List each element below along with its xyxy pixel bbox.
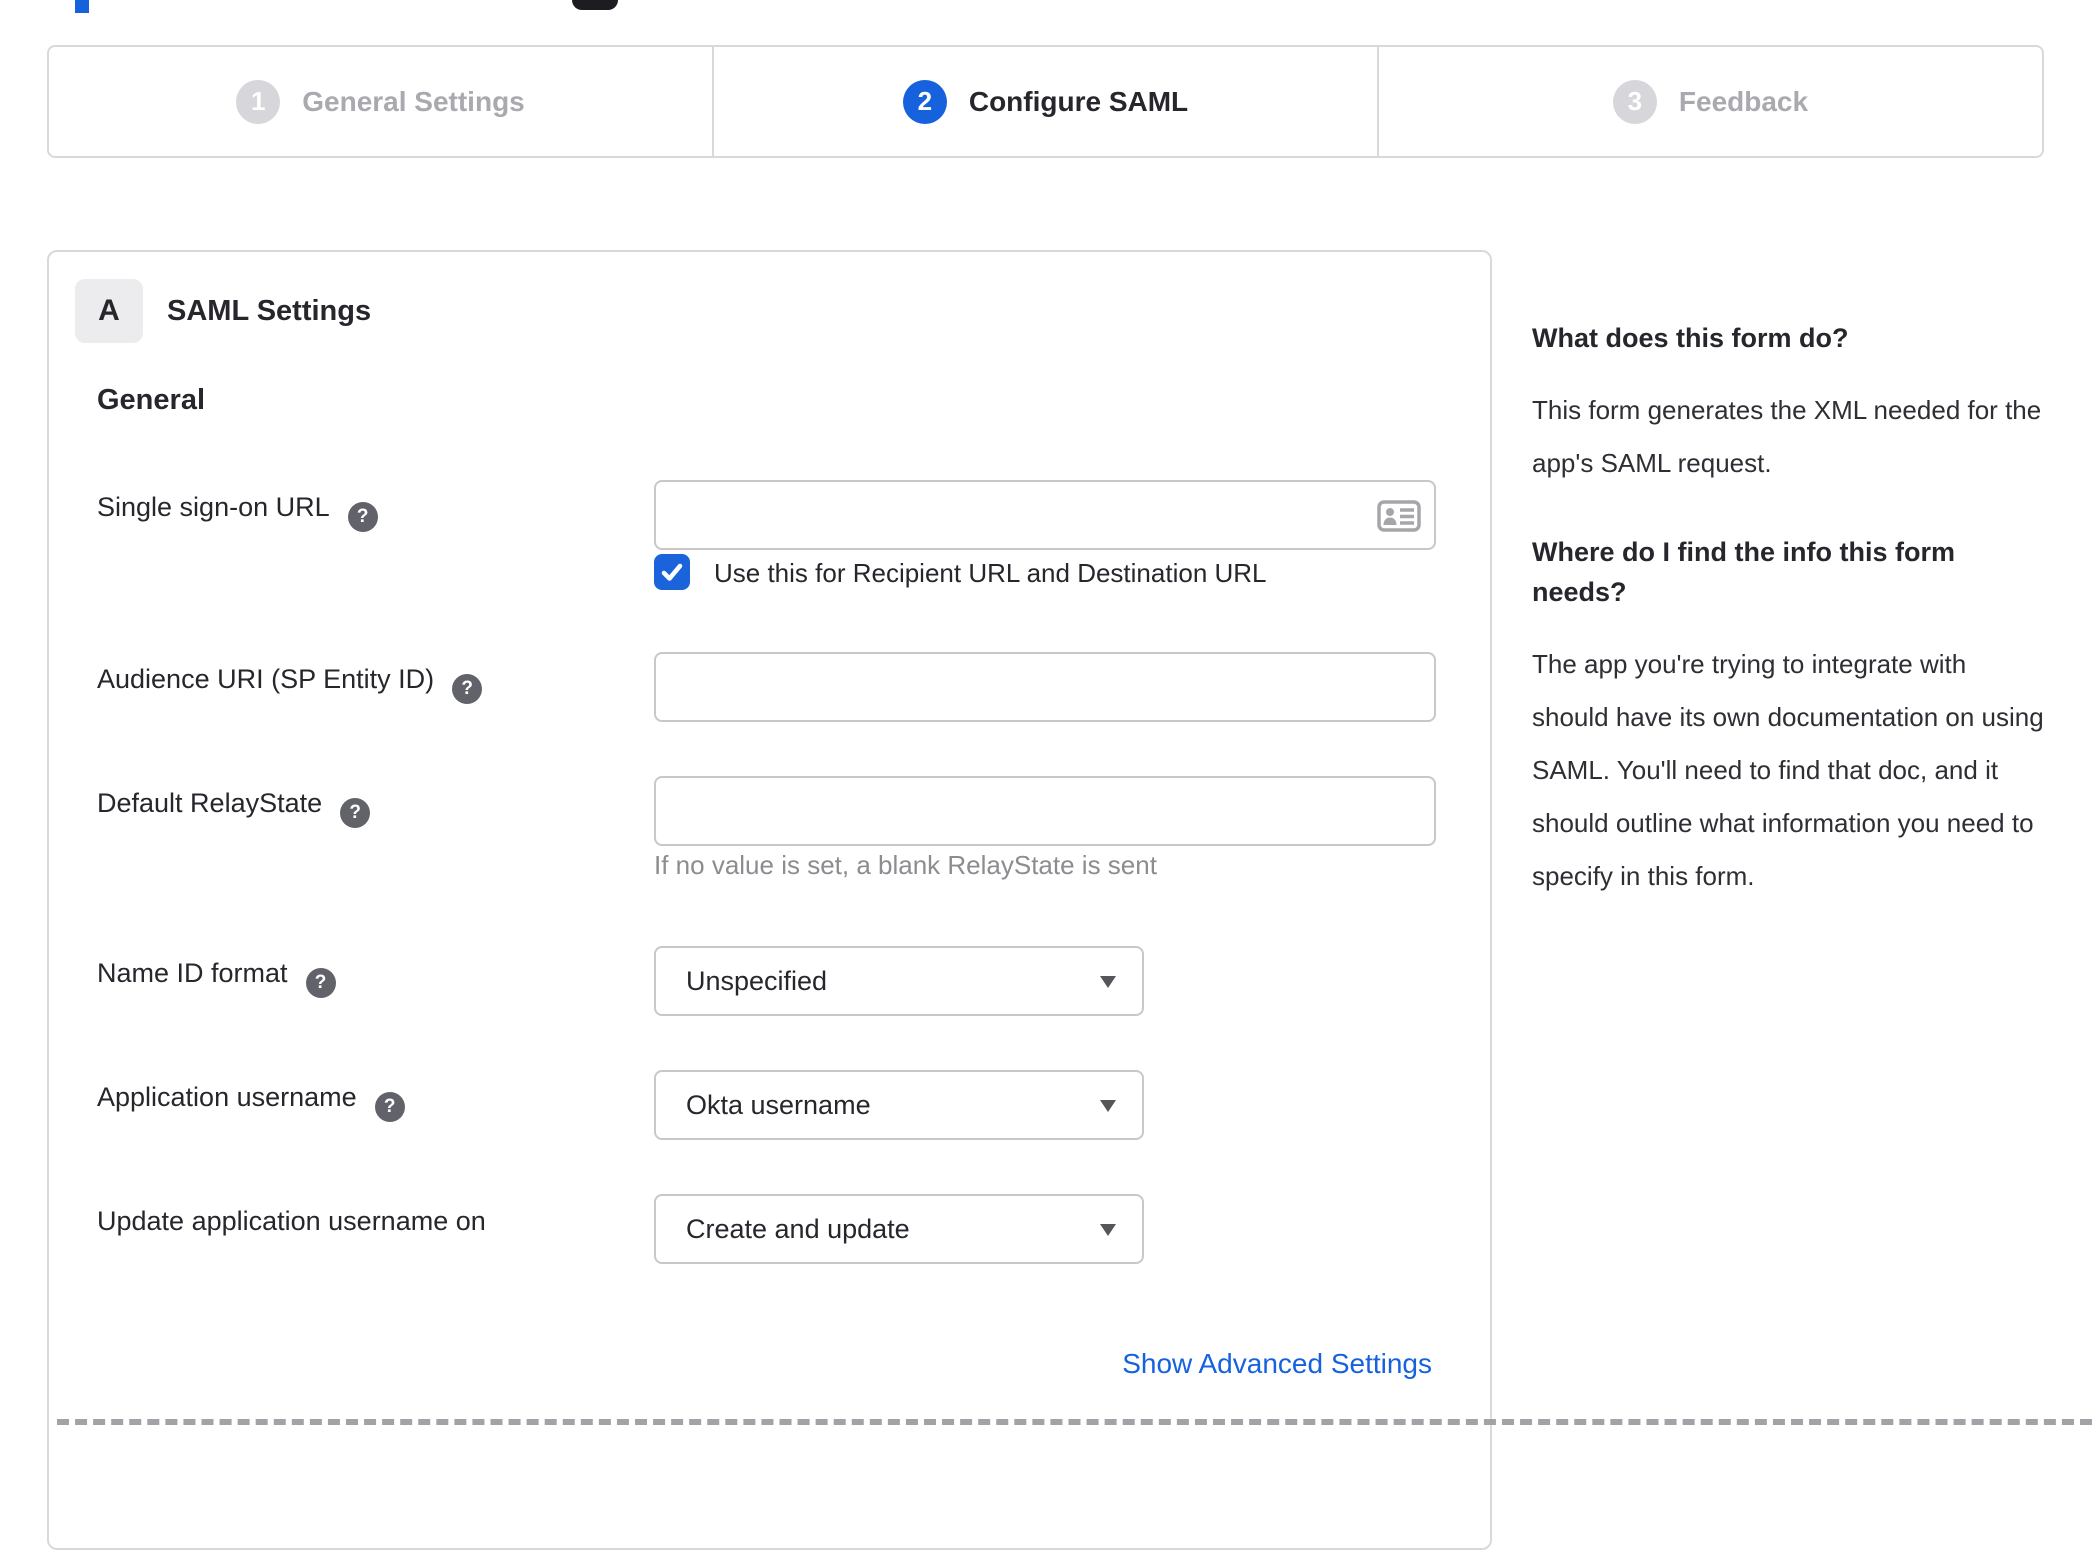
selected-value: Create and update [686,1214,910,1244]
step-number-badge: 1 [236,79,281,124]
help-sidebar: What does this form do? This form genera… [1532,318,2048,903]
recipient-url-checkbox-label: Use this for Recipient URL and Destinati… [714,558,1267,588]
sidebar-heading-where: Where do I find the info this form needs… [1532,537,1955,607]
help-icon[interactable]: ? [452,674,483,704]
step-label: General Settings [302,85,525,117]
step-label: Feedback [1678,85,1809,117]
step-configure-saml[interactable]: 2 Configure SAML [712,47,1377,156]
help-icon[interactable]: ? [305,968,336,998]
help-icon[interactable]: ? [347,502,378,532]
step-label: Configure SAML [968,85,1189,117]
selected-value: Unspecified [686,966,828,996]
name-id-format-select[interactable]: Unspecified [654,946,1144,1016]
help-icon[interactable]: ? [340,798,371,828]
selected-value: Okta username [686,1090,871,1120]
show-advanced-settings-link[interactable]: Show Advanced Settings [1122,1348,1432,1380]
sso-url-label: Single sign-on URL? [97,490,378,532]
wizard-stepper: 1 General Settings 2 Configure SAML 3 Fe… [47,45,2044,158]
application-username-select[interactable]: Okta username [654,1070,1144,1140]
help-icon[interactable]: ? [374,1092,405,1122]
cropped-page-title-fragment [75,0,89,13]
sidebar-heading-what: What does this form do? [1532,323,1849,353]
relay-state-hint: If no value is set, a blank RelayState i… [654,850,1157,880]
general-section-heading: General [97,384,205,416]
panel-title: SAML Settings [167,295,372,327]
step-feedback[interactable]: 3 Feedback [1377,47,2042,156]
sidebar-body-what: This form generates the XML needed for t… [1532,395,2042,478]
saml-settings-panel: A SAML Settings General Single sign-on U… [47,250,1492,1550]
update-username-label: Update application username on [97,1206,486,1236]
application-username-label: Application username? [97,1080,405,1122]
name-id-format-label: Name ID format? [97,956,336,998]
cropped-logo-fragment [572,0,618,10]
step-number-badge: 3 [1612,79,1657,124]
checkmark-icon [661,563,683,581]
section-a-badge: A [75,279,143,343]
relay-state-label: Default RelayState? [97,786,371,828]
audience-uri-input[interactable] [654,652,1436,722]
dashed-section-divider [57,1419,2092,1425]
step-general-settings[interactable]: 1 General Settings [49,47,712,156]
sso-url-input[interactable] [654,480,1436,550]
sidebar-body-where: The app you're trying to integrate with … [1532,649,2044,891]
relay-state-input[interactable] [654,776,1436,846]
audience-uri-label: Audience URI (SP Entity ID)? [97,662,483,704]
recipient-url-checkbox[interactable] [654,554,690,590]
chevron-down-icon [1100,1100,1116,1112]
chevron-down-icon [1100,1224,1116,1236]
step-number-badge: 2 [902,79,947,124]
chevron-down-icon [1100,976,1116,988]
update-username-select[interactable]: Create and update [654,1194,1144,1264]
